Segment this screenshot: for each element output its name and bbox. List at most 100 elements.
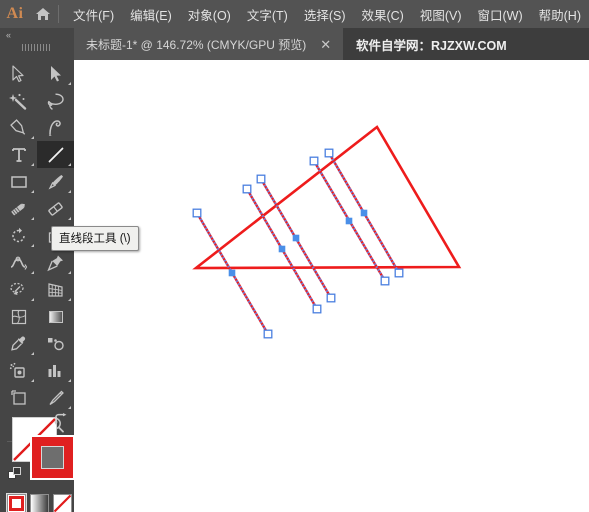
panel-collapse-region[interactable]: « <box>0 28 74 60</box>
tool-row <box>0 114 74 141</box>
menu-file[interactable]: 文件(F) <box>65 1 122 28</box>
menu-select[interactable]: 选择(S) <box>296 1 354 28</box>
line-2-anchor-end[interactable] <box>312 304 322 314</box>
shape-builder-icon <box>9 282 24 295</box>
lasso-tool[interactable] <box>37 87 74 114</box>
tool-flyout-corner <box>31 190 34 193</box>
red-triangle-shape[interactable] <box>192 125 462 270</box>
tool-row <box>0 330 74 357</box>
gradient-mode-button[interactable] <box>30 494 49 512</box>
line-4-anchor-end[interactable] <box>380 276 390 286</box>
tool-grid <box>0 60 74 445</box>
line-4-midpoint-handle[interactable] <box>345 217 353 225</box>
shaper-tool[interactable] <box>0 195 37 222</box>
panel-drag-grip[interactable] <box>22 44 52 51</box>
artboard-canvas[interactable] <box>74 60 589 512</box>
rectangle-tool[interactable] <box>0 168 37 195</box>
document-tab[interactable]: 未标题-1* @ 146.72% (CMYK/GPU 预览) ✕ <box>74 28 344 60</box>
stroke-swatch-inner <box>41 446 64 469</box>
default-colors-icon[interactable] <box>8 467 22 486</box>
line-3-midpoint-handle[interactable] <box>292 234 300 242</box>
tab-bar: « 未标题-1* @ 146.72% (CMYK/GPU 预览) ✕ 软件自学网… <box>0 28 589 60</box>
tool-row <box>0 276 74 303</box>
tool-flyout-corner <box>68 271 71 274</box>
tool-row <box>0 249 74 276</box>
tool-flyout-corner <box>31 352 34 355</box>
ai-logo: Ai <box>6 5 24 22</box>
column-graph-tool[interactable] <box>37 357 74 384</box>
shaper-icon <box>11 203 25 215</box>
tool-flyout-corner <box>31 136 34 139</box>
tool-row <box>0 168 74 195</box>
tool-flyout-corner <box>31 163 34 166</box>
tool-flyout-corner <box>68 298 71 301</box>
tool-row <box>0 357 74 384</box>
menu-type[interactable]: 文字(T) <box>239 1 296 28</box>
line-segment-tool[interactable] <box>37 141 74 168</box>
curvature-tool[interactable] <box>37 114 74 141</box>
collapse-arrows-icon[interactable]: « <box>0 28 74 40</box>
selection-tool[interactable] <box>0 60 37 87</box>
line-5-anchor-start[interactable] <box>324 148 334 158</box>
menu-window[interactable]: 窗口(W) <box>470 1 531 28</box>
menu-edit[interactable]: 编辑(E) <box>122 1 180 28</box>
color-mode-row <box>6 493 72 512</box>
tool-flyout-corner <box>31 298 34 301</box>
close-icon[interactable]: ✕ <box>306 38 343 51</box>
menu-divider <box>58 5 60 23</box>
magic-wand-tool[interactable] <box>0 87 37 114</box>
menu-object[interactable]: 对象(O) <box>180 1 239 28</box>
line-2-anchor-start[interactable] <box>242 184 252 194</box>
pen-tool[interactable] <box>0 114 37 141</box>
tool-tooltip: 直线段工具 (\) <box>51 226 139 251</box>
line-1-anchor-start[interactable] <box>192 208 202 218</box>
eraser-icon <box>48 201 63 216</box>
color-mode-button[interactable] <box>6 493 27 512</box>
gradient-tool[interactable] <box>37 303 74 330</box>
free-transform-tool[interactable] <box>37 249 74 276</box>
menu-effect[interactable]: 效果(C) <box>353 1 411 28</box>
eyedropper-tool[interactable] <box>0 330 37 357</box>
symbol-sprayer-tool[interactable] <box>0 357 37 384</box>
perspective-grid-tool[interactable] <box>37 276 74 303</box>
artwork-layer <box>192 125 462 339</box>
type-T-icon <box>11 147 26 162</box>
color-controls <box>0 405 75 512</box>
tool-row <box>0 195 74 222</box>
paintbrush-tool[interactable] <box>37 168 74 195</box>
none-slash-icon <box>54 495 71 512</box>
none-mode-button[interactable] <box>53 494 72 512</box>
tool-flyout-corner <box>68 163 71 166</box>
line-3-anchor-end[interactable] <box>326 293 336 303</box>
stroke-swatch[interactable] <box>30 435 75 480</box>
tool-flyout-corner <box>31 271 34 274</box>
width-tool[interactable] <box>0 249 37 276</box>
shape-builder-tool[interactable] <box>0 276 37 303</box>
menu-view[interactable]: 视图(V) <box>412 1 470 28</box>
home-icon[interactable] <box>30 7 56 21</box>
tool-panel: 直线段工具 (\) <box>0 60 139 512</box>
line-4-anchor-start[interactable] <box>309 156 319 166</box>
mesh-tool[interactable] <box>0 303 37 330</box>
rectangle-icon <box>10 175 27 188</box>
type-tool[interactable] <box>0 141 37 168</box>
menu-help[interactable]: 帮助(H) <box>531 1 589 28</box>
line-5-anchor-end[interactable] <box>394 268 404 278</box>
direct-selection-tool[interactable] <box>37 60 74 87</box>
rotate-tool[interactable] <box>0 222 37 249</box>
line-2-midpoint-handle[interactable] <box>278 245 286 253</box>
line-5-midpoint-handle[interactable] <box>360 209 368 217</box>
blend-tool[interactable] <box>37 330 74 357</box>
tool-row <box>0 87 74 114</box>
width-icon <box>10 256 28 270</box>
tool-flyout-corner <box>31 217 34 220</box>
symbol-sprayer-icon <box>9 362 25 378</box>
line-1-anchor-end[interactable] <box>263 329 273 339</box>
swap-arrow-icon[interactable] <box>54 413 68 431</box>
gradient-icon <box>48 310 63 323</box>
line-3-anchor-start[interactable] <box>256 174 266 184</box>
tool-flyout-corner <box>31 244 34 247</box>
rotate-icon <box>11 227 25 242</box>
eraser-tool[interactable] <box>37 195 74 222</box>
line-1-midpoint-handle[interactable] <box>228 269 236 277</box>
